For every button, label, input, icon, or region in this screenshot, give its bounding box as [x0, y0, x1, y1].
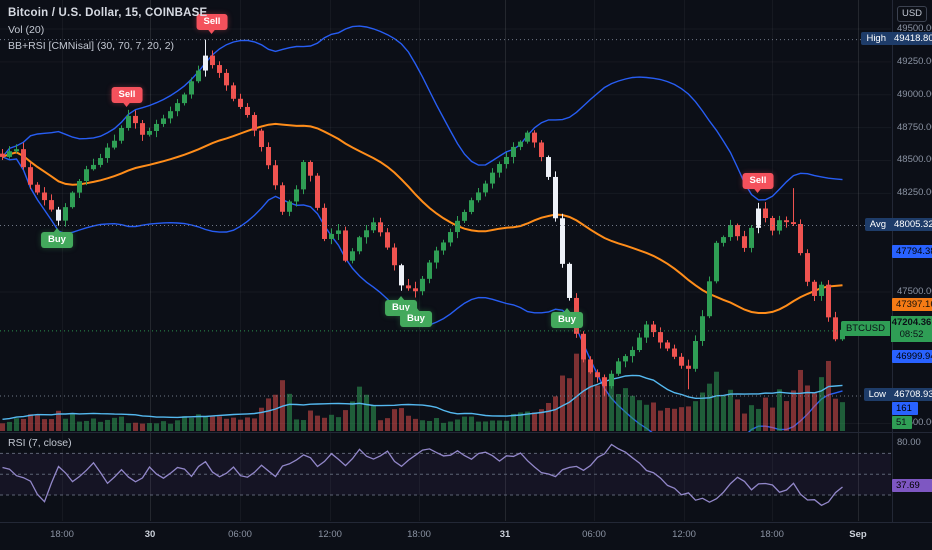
price-tick-label: 49750.00: [897, 0, 932, 1]
high-price-badge: High 49418.80: [861, 31, 932, 45]
price-tick-label: 48500.00: [897, 154, 932, 166]
sell-signal-pointer: [208, 29, 216, 34]
low-price-badge-tag: Low: [863, 388, 891, 401]
sell-signal-pointer: [123, 102, 131, 107]
sell-signal-marker: Sell: [111, 87, 143, 107]
high-price-badge-value: 49418.80: [891, 31, 932, 45]
buy-signal-pointer: [562, 308, 571, 313]
symbol-tag: BTCUSD: [840, 321, 890, 337]
time-axis[interactable]: 18:00 30 06:00 12:00 18:00 31 06:00 12:00 18:00 S…: [0, 522, 932, 550]
price-tick-label: 47500.00: [897, 285, 932, 297]
time-tick-label: 06:00: [228, 529, 252, 540]
avg-price-badge-tag: Avg: [864, 217, 891, 231]
price-tick-label: 48750.00: [897, 121, 932, 133]
low-price-badge-value: 46708.93: [891, 388, 932, 401]
chart-canvas[interactable]: [0, 0, 932, 550]
last-price: 47204.36: [891, 316, 932, 328]
high-price-badge-tag: High: [861, 31, 891, 45]
time-tick-label: Sep: [849, 529, 867, 540]
bb-basis-value-badge: 47397.16: [892, 297, 932, 311]
price-tick-label: 48250.00: [897, 187, 932, 199]
price-tick-label: 49000.00: [897, 88, 932, 100]
low-price-badge: Low 46708.93: [863, 388, 932, 401]
bbrsi-indicator-legend[interactable]: BB+RSI [CMNisal] (30, 70, 7, 20, 2): [8, 40, 174, 52]
buy-signal-pointer: [52, 228, 61, 233]
currency-toggle-button[interactable]: USD: [897, 6, 927, 22]
buy-signal-pointer: [411, 307, 420, 312]
volume-value-badge: 51: [892, 416, 912, 429]
rsi-tick-label: 80.00: [897, 437, 921, 448]
time-tick-label: 31: [499, 529, 511, 540]
volume-indicator-legend[interactable]: Vol (20): [8, 24, 44, 36]
last-price-value: 47204.36 08:52: [891, 315, 932, 342]
symbol-legend[interactable]: Bitcoin / U.S. Dollar, 15, COINBASE: [8, 7, 207, 19]
rsi-indicator-legend[interactable]: RSI (7, close): [8, 437, 72, 449]
buy-signal-marker: Buy: [400, 307, 432, 327]
bb-upper-value-badge: 47794.38: [892, 245, 932, 259]
time-tick-label: 18:00: [760, 529, 784, 540]
time-tick-label: 18:00: [407, 529, 431, 540]
sell-signal-marker: Sell: [742, 173, 774, 193]
buy-signal-marker: Buy: [41, 228, 73, 248]
bb-lower-value-badge: 46999.94: [892, 349, 932, 363]
buy-signal-marker: Buy: [551, 308, 583, 328]
time-tick-label: 30: [144, 529, 156, 540]
rsi-value-badge: 37.69: [892, 479, 932, 492]
avg-price-badge: Avg 48005.32: [864, 217, 932, 231]
tradingview-chart-window: Bitcoin / U.S. Dollar, 15, COINBASE Vol …: [0, 0, 932, 550]
time-tick-label: 12:00: [672, 529, 696, 540]
volume-ma-badge: 161: [892, 402, 918, 415]
sell-signal-pointer: [754, 188, 762, 193]
time-tick-label: 12:00: [318, 529, 342, 540]
bar-countdown: 08:52: [899, 328, 924, 340]
price-axis[interactable]: 49750.0049500.0049250.0049000.0048750.00…: [892, 0, 932, 522]
time-tick-label: 18:00: [50, 529, 74, 540]
avg-price-badge-value: 48005.32: [891, 217, 932, 231]
price-tick-label: 49250.00: [897, 55, 932, 67]
time-tick-label: 06:00: [582, 529, 606, 540]
last-price-badge: BTCUSD 47204.36 08:52: [840, 315, 932, 342]
buy-signal-pointer: [396, 296, 405, 301]
